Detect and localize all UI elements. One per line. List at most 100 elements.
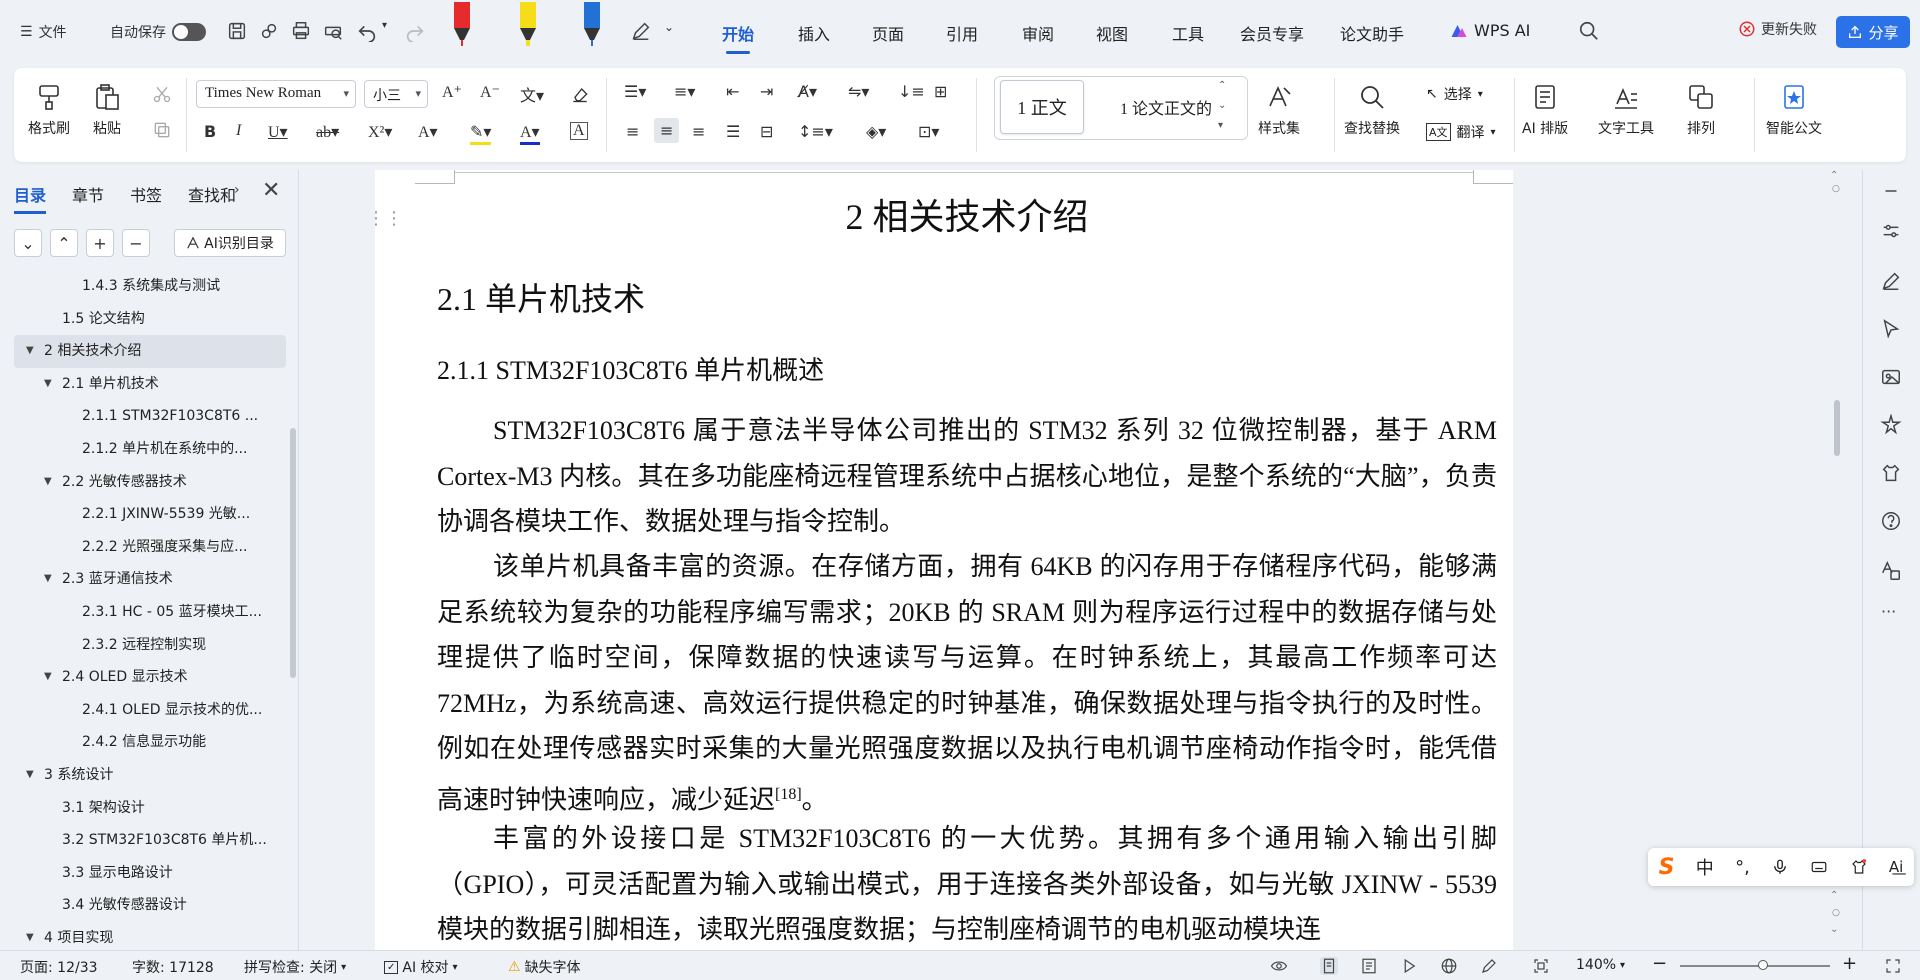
link-icon[interactable] [258,20,280,42]
word-count[interactable]: 字数: 17128 [132,957,214,977]
highlight-icon[interactable]: ✎▾ [470,122,492,145]
smart-doc-button[interactable]: 智能公文 [1766,82,1822,138]
align-center-icon[interactable]: ≡ [654,118,680,143]
yellow-pen-icon[interactable] [516,2,540,48]
zoom-slider-thumb[interactable] [1758,960,1768,970]
toc-item[interactable]: ▼ 2.1 单片机技术 [14,368,286,401]
collapse-sidebar-icon[interactable] [1880,180,1902,202]
translate-side-icon[interactable] [1880,560,1902,582]
blue-pen-icon[interactable] [580,2,604,48]
font-size-select[interactable]: 小三 ▾ [364,80,428,108]
toc-item[interactable]: 1.5 论文结构 [14,303,286,336]
next-page-icon[interactable]: ⌄ [1830,924,1838,935]
tab-references[interactable]: 引用 [946,21,978,45]
file-menu[interactable]: ☰ 文件 [20,22,67,42]
toc-item[interactable]: ▼ 2 相关技术介绍 [14,335,286,368]
update-failed-button[interactable]: 更新失败 [1738,19,1817,39]
bullet-list-icon[interactable]: ☰▾ [624,82,646,101]
toc-item[interactable]: 2.3.2 远程控制实现 [14,629,286,662]
paste-button[interactable]: 粘贴 [92,82,122,138]
shading-icon[interactable]: ◈▾ [866,122,886,141]
remove-heading-button[interactable]: − [122,229,150,257]
find-replace-button[interactable]: 查找替换 [1344,82,1400,138]
document-page[interactable]: ⋮⋮ 2 相关技术介绍 2.1 单片机技术 2.1.1 STM32F103C8T… [367,170,1513,950]
arrange-button[interactable]: 排列 [1686,82,1716,138]
char-border-icon[interactable]: A [570,122,588,140]
tab-find[interactable]: 查找和 [188,182,236,206]
ime-punctuation-toggle[interactable]: °, [1735,857,1750,878]
document-scrollbar[interactable]: ⌃ ○ ⌃ ○ ⌄ [1826,170,1846,950]
adjust-icon[interactable] [1880,220,1902,242]
font-name-select[interactable]: Times New Roman ▾ [196,80,356,108]
tab-toc[interactable]: 目录 [14,182,47,214]
copy-icon[interactable] [152,120,172,140]
toc-item[interactable]: 2.2.2 光照强度采集与应... [14,531,286,564]
close-icon[interactable]: ✕ [262,178,280,203]
zoom-level[interactable]: 140% ▾ [1576,957,1625,973]
pinyin-icon[interactable]: 文▾ [520,82,544,106]
share-button[interactable]: 分享 [1836,16,1910,48]
toc-item[interactable]: 3.2 STM32F103C8T6 单片机... [14,824,286,857]
strikethrough-icon[interactable]: ab▾ [316,122,339,142]
tab-thesis-assistant[interactable]: 论文助手 [1340,21,1404,45]
tab-bookmarks[interactable]: 书签 [130,182,162,206]
tab-review[interactable]: 审阅 [1022,21,1054,45]
pen-tool-icon[interactable] [630,20,652,42]
toc-scrollbar[interactable] [290,428,296,678]
microphone-icon[interactable] [1771,858,1789,876]
expand-arrow-icon[interactable]: ▼ [44,466,52,499]
missing-font-button[interactable]: ⚠ 缺失字体 [508,957,581,977]
red-pen-icon[interactable] [450,2,474,48]
sort-icon[interactable]: ↓≡ [898,82,925,101]
grow-font-icon[interactable]: A⁺ [442,82,462,102]
chevron-right-icon[interactable]: › [234,182,240,198]
chinese-layout-icon[interactable]: A̸▾ [798,82,817,101]
tab-wps-ai[interactable]: WPS AI [1450,21,1530,40]
align-right-icon[interactable]: ≡ [692,122,705,141]
ai-check-button[interactable]: ✓ AI 校对 ▾ [384,957,458,977]
write-mode-icon[interactable] [1480,957,1498,975]
undo-icon[interactable] [356,20,378,42]
distribute-icon[interactable]: ⊟ [760,122,773,141]
eye-icon[interactable] [1270,957,1288,975]
decrease-indent-icon[interactable]: ⇤ [726,82,739,101]
tab-home[interactable]: 开始 [722,21,754,54]
expand-arrow-icon[interactable]: ▼ [26,759,34,792]
tab-tools[interactable]: 工具 [1172,21,1204,45]
web-view-icon[interactable] [1440,957,1458,975]
shirt-icon[interactable] [1880,462,1902,484]
collapse-button[interactable]: ⌄ [14,229,42,257]
expand-arrow-icon[interactable]: ▼ [44,563,52,596]
cut-icon[interactable] [152,84,172,104]
prev-page-icon[interactable]: ⌃ [1830,890,1838,901]
autosave-toggle[interactable]: 自动保存 [110,22,206,42]
tab-page[interactable]: 页面 [872,21,904,45]
toc-item[interactable]: 2.3.1 HC - 05 蓝牙模块工... [14,596,286,629]
spell-check-status[interactable]: 拼写检查: 关闭 ▾ [244,957,346,977]
ai-toc-button[interactable]: AI识别目录 [174,229,286,257]
tab-chapters[interactable]: 章节 [72,182,104,206]
font-color-icon[interactable]: A▾ [520,122,540,145]
toc-item[interactable]: ▼ 2.3 蓝牙通信技术 [14,563,286,596]
expand-arrow-icon[interactable]: ▼ [44,368,52,401]
select-button[interactable]: ↖ 选择 ▾ [1426,84,1483,104]
citation-ref[interactable]: [18] [775,786,802,803]
toc-item[interactable]: 2.4.2 信息显示功能 [14,726,286,759]
page-view-icon[interactable] [1320,957,1338,975]
translate-button[interactable]: A文 翻译 ▾ [1426,122,1496,142]
keyboard-icon[interactable] [1810,858,1828,876]
increase-indent-icon[interactable]: ⇥ [760,82,773,101]
magic-icon[interactable] [1880,414,1902,436]
style-scroll-down-icon[interactable]: ⌄ [1218,100,1226,111]
zoom-in-icon[interactable]: + [1842,953,1857,974]
search-icon[interactable] [1578,20,1600,42]
expand-button[interactable]: ⌃ [50,229,78,257]
shrink-font-icon[interactable]: A⁻ [480,82,500,102]
toc-item[interactable]: 2.4.1 OLED 显示技术的优... [14,694,286,727]
tab-member[interactable]: 会员专享 [1240,21,1304,45]
bold-icon[interactable]: B [204,122,216,141]
style-set-button[interactable]: 样式集 [1258,82,1300,138]
tab-view[interactable]: 视图 [1096,21,1128,45]
undo-dropdown-icon[interactable]: ▾ [382,20,387,31]
scroll-up-icon[interactable]: ⌃ [1830,170,1838,181]
